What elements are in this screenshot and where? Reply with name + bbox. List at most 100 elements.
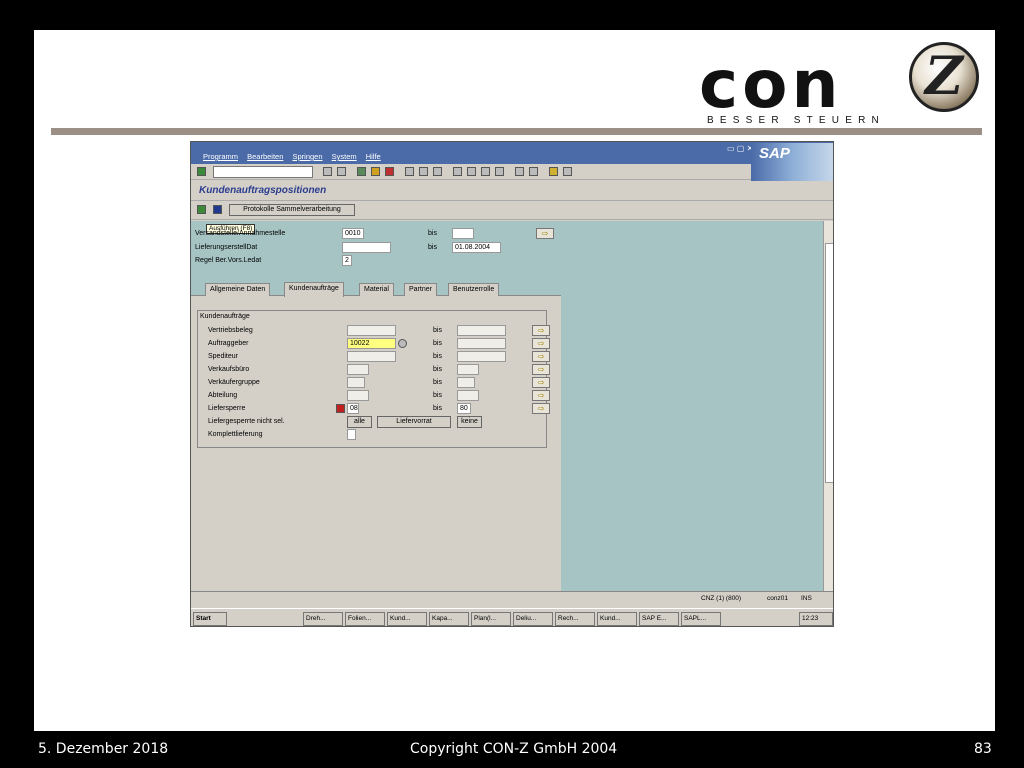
taskbar-item[interactable]: Kund...	[387, 612, 427, 626]
logo-wordmark: con	[699, 46, 843, 123]
row-label: Komplettlieferung	[208, 431, 263, 438]
taskbar-item[interactable]: Dreh...	[303, 612, 343, 626]
back-icon[interactable]	[323, 167, 332, 176]
tab-partner[interactable]: Partner	[404, 283, 437, 296]
clock: 12:23	[799, 612, 833, 626]
komplettlieferung-checkbox[interactable]	[347, 429, 356, 440]
tab-allgemeine-daten[interactable]: Allgemeine Daten	[205, 283, 271, 296]
last-page-icon[interactable]	[495, 167, 504, 176]
row-label: Verkaufsbüro	[208, 366, 250, 373]
first-page-icon[interactable]	[453, 167, 462, 176]
lieferdatum-field[interactable]	[342, 242, 391, 253]
row-label: Auftraggeber	[208, 340, 249, 347]
verkaufsbuero-field[interactable]	[347, 364, 369, 375]
lieferdatum-bis-field[interactable]: 01.08.2004	[452, 242, 501, 253]
tab-material[interactable]: Material	[359, 283, 394, 296]
spediteur-bis-field[interactable]	[457, 351, 506, 362]
info-icon[interactable]	[213, 205, 222, 214]
taskbar-item[interactable]: Plan(l...	[471, 612, 511, 626]
footer-date: 5. Dezember 2018	[38, 741, 169, 757]
multiple-selection-arrow-icon[interactable]: ⇨	[536, 228, 554, 239]
row-label: Spediteur	[208, 353, 238, 360]
status-bar: CNZ (1) (800) conz01 INS	[191, 591, 833, 605]
protokolle-button[interactable]: Protokolle Sammelverarbeitung	[229, 204, 355, 216]
menu-system[interactable]: System	[332, 152, 357, 161]
vertical-scrollbar[interactable]	[823, 221, 833, 591]
taskbar-item[interactable]: Folien...	[345, 612, 385, 626]
exclude-icon[interactable]	[336, 404, 345, 413]
taskbar-item[interactable]: SAP E...	[639, 612, 679, 626]
spediteur-field[interactable]	[347, 351, 396, 362]
find-icon[interactable]	[419, 167, 428, 176]
verkaeufergruppe-bis-field[interactable]	[457, 377, 475, 388]
footer-copyright: Copyright CON-Z GmbH 2004	[410, 741, 618, 757]
shortcut-icon[interactable]	[529, 167, 538, 176]
auftraggeber-bis-field[interactable]	[457, 338, 506, 349]
search-help-icon[interactable]	[398, 339, 407, 348]
regel-field[interactable]: 2	[342, 255, 352, 266]
layout-icon[interactable]	[563, 167, 572, 176]
back-green-icon[interactable]	[357, 167, 366, 176]
row-label: Abteilung	[208, 392, 238, 399]
sap-menubar: Programm Bearbeiten Springen System Hilf…	[191, 142, 833, 164]
menu: Programm Bearbeiten Springen System Hilf…	[203, 152, 388, 161]
bis-label: bis	[433, 353, 442, 360]
tab-benutzerrolle[interactable]: Benutzerrolle	[448, 283, 500, 296]
taskbar-item[interactable]: Kapa...	[429, 612, 469, 626]
screen-title-bar: Kundenauftragspositionen	[191, 181, 833, 201]
taskbar-item[interactable]: Kund...	[597, 612, 637, 626]
liefervorrat-button[interactable]: Liefervorrat	[377, 416, 451, 428]
exit-icon[interactable]	[371, 167, 380, 176]
start-button[interactable]: Start	[193, 612, 227, 626]
find-next-icon[interactable]	[433, 167, 442, 176]
menu-bearbeiten[interactable]: Bearbeiten	[247, 152, 283, 161]
taskbar-item[interactable]: Deliu...	[513, 612, 553, 626]
window-controls[interactable]: ▭ ▢ ✕	[727, 144, 753, 153]
scrollbar-thumb[interactable]	[825, 243, 833, 483]
command-field[interactable]	[213, 166, 313, 178]
taskbar-item[interactable]: Rech...	[555, 612, 595, 626]
row-label: Vertriebsbeleg	[208, 327, 253, 334]
liefersperre-bis-field[interactable]: 80	[457, 403, 471, 414]
menu-hilfe[interactable]: Hilfe	[366, 152, 381, 161]
row-label: Liefersperre	[208, 405, 246, 412]
tab-kundenauftraege[interactable]: Kundenaufträge	[284, 282, 344, 297]
multiple-selection-arrow-icon[interactable]: ⇨	[532, 377, 550, 388]
execute-icon[interactable]	[197, 205, 206, 214]
bis-label: bis	[433, 405, 442, 412]
prev-page-icon[interactable]	[467, 167, 476, 176]
multiple-selection-arrow-icon[interactable]: ⇨	[532, 325, 550, 336]
menu-springen[interactable]: Springen	[292, 152, 322, 161]
multiple-selection-arrow-icon[interactable]: ⇨	[532, 351, 550, 362]
multiple-selection-arrow-icon[interactable]: ⇨	[532, 338, 550, 349]
cancel-icon[interactable]	[385, 167, 394, 176]
divider	[51, 128, 982, 135]
abteilung-bis-field[interactable]	[457, 390, 479, 401]
vertriebsbeleg-bis-field[interactable]	[457, 325, 506, 336]
verkaufsbuero-bis-field[interactable]	[457, 364, 479, 375]
next-page-icon[interactable]	[481, 167, 490, 176]
bis-label: bis	[428, 230, 437, 237]
menu-programm[interactable]: Programm	[203, 152, 238, 161]
new-session-icon[interactable]	[515, 167, 524, 176]
multiple-selection-arrow-icon[interactable]: ⇨	[532, 403, 550, 414]
verkaeufergruppe-field[interactable]	[347, 377, 365, 388]
multiple-selection-arrow-icon[interactable]: ⇨	[532, 390, 550, 401]
screen-title: Kundenauftragspositionen	[199, 185, 327, 196]
abteilung-field[interactable]	[347, 390, 369, 401]
print-icon[interactable]	[405, 167, 414, 176]
save-icon[interactable]	[337, 167, 346, 176]
alle-button[interactable]: alle	[347, 416, 372, 428]
keine-button[interactable]: keine	[457, 416, 482, 428]
multiple-selection-arrow-icon[interactable]: ⇨	[532, 364, 550, 375]
enter-icon[interactable]	[197, 167, 206, 176]
help-icon[interactable]	[549, 167, 558, 176]
liefersperre-field[interactable]: 08	[347, 403, 359, 414]
taskbar-item[interactable]: SAPL...	[681, 612, 721, 626]
auftraggeber-field[interactable]: 10022	[347, 338, 396, 349]
versandstelle-bis-field[interactable]	[452, 228, 474, 239]
bis-label: bis	[433, 379, 442, 386]
vertriebsbeleg-field[interactable]	[347, 325, 396, 336]
application-toolbar: Protokolle Sammelverarbeitung	[191, 201, 833, 220]
versandstelle-field[interactable]: 0010	[342, 228, 364, 239]
